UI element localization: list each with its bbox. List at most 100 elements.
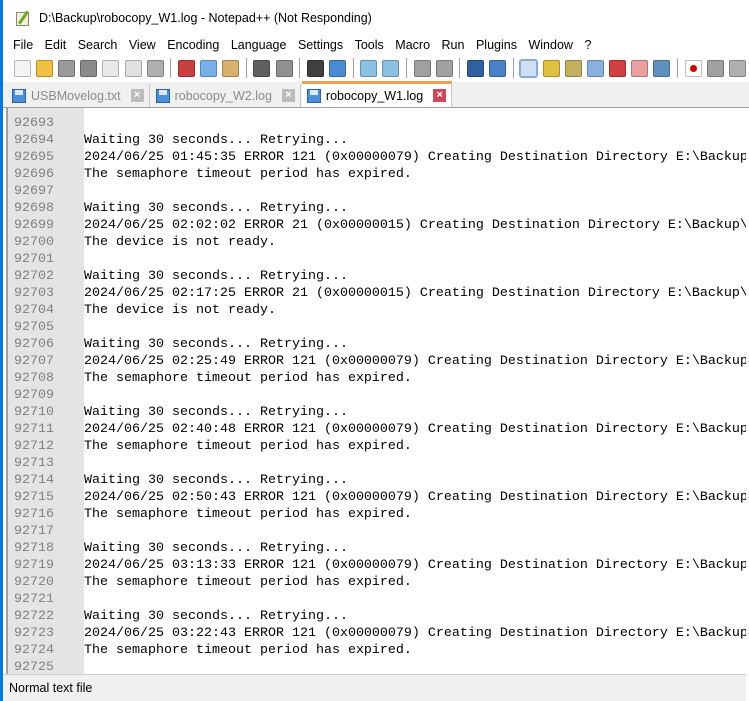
line-text: The device is not ready. xyxy=(84,303,276,318)
tab-robocopy-w1-log[interactable]: robocopy_W1.log × xyxy=(301,81,453,107)
editor-line: 92696 The semaphore timeout period has ex… xyxy=(8,166,746,183)
find-icon[interactable] xyxy=(306,59,324,77)
line-text: The semaphore timeout period has expired… xyxy=(84,439,412,454)
line-number: 92709 xyxy=(8,387,84,404)
editor-line: 92713 xyxy=(8,455,746,472)
menu-settings[interactable]: Settings xyxy=(298,38,343,52)
close-all-icon[interactable] xyxy=(124,59,142,77)
line-text: 2024/06/25 02:25:49 ERROR 121 (0x0000007… xyxy=(84,354,746,369)
record-macro-icon[interactable] xyxy=(684,59,702,77)
line-number: 92725 xyxy=(8,659,84,674)
line-number: 92724 xyxy=(8,642,84,659)
editor-line: 92707 2024/06/25 02:25:49 ERROR 121 (0x00… xyxy=(8,353,746,370)
toolbar-separator xyxy=(352,58,354,78)
close-tab-icon[interactable]: × xyxy=(281,89,295,102)
menu-encoding[interactable]: Encoding xyxy=(167,38,219,52)
line-number: 92696 xyxy=(8,166,84,183)
menu-window[interactable]: Window xyxy=(528,38,572,52)
menu-edit[interactable]: Edit xyxy=(45,38,67,52)
line-text: The semaphore timeout period has expired… xyxy=(84,575,412,590)
word-wrap-icon[interactable] xyxy=(466,59,484,77)
line-number: 92723 xyxy=(8,625,84,642)
menu-macro[interactable]: Macro xyxy=(395,38,430,52)
line-text: 2024/06/25 02:17:25 ERROR 21 (0x00000015… xyxy=(84,286,746,301)
stop-macro-icon[interactable] xyxy=(706,59,724,77)
line-number: 92704 xyxy=(8,302,84,319)
indent-guide-icon[interactable] xyxy=(519,58,539,78)
save-state-icon xyxy=(306,88,321,103)
menu-file[interactable]: File xyxy=(13,38,33,52)
editor-line: 92723 2024/06/25 03:22:43 ERROR 121 (0x00… xyxy=(8,625,746,642)
editor-line: 92705 xyxy=(8,319,746,336)
line-number: 92708 xyxy=(8,370,84,387)
line-text: 2024/06/25 03:13:33 ERROR 121 (0x0000007… xyxy=(84,558,746,573)
menu-search[interactable]: Search xyxy=(78,38,118,52)
save-icon[interactable] xyxy=(57,59,75,77)
toolbar-separator xyxy=(459,58,461,78)
editor-line: 92714 Waiting 30 seconds... Retrying... xyxy=(8,472,746,489)
line-text: Waiting 30 seconds... Retrying... xyxy=(84,473,348,488)
line-number: 92706 xyxy=(8,336,84,353)
menu-run[interactable]: Run xyxy=(442,38,465,52)
editor-line: 92719 2024/06/25 03:13:33 ERROR 121 (0x00… xyxy=(8,557,746,574)
line-text: Waiting 30 seconds... Retrying... xyxy=(84,609,348,624)
editor-line: 92712 The semaphore timeout period has ex… xyxy=(8,438,746,455)
close-tab-icon[interactable]: × xyxy=(433,89,447,102)
line-text: The semaphore timeout period has expired… xyxy=(84,167,412,182)
menu-help[interactable]: ? xyxy=(584,38,591,52)
editor-line: 92693 xyxy=(8,115,746,132)
open-icon[interactable] xyxy=(35,59,53,77)
doc-map-icon[interactable] xyxy=(564,59,582,77)
replace-icon[interactable] xyxy=(329,59,347,77)
menu-language[interactable]: Language xyxy=(231,38,287,52)
line-text: 2024/06/25 02:02:02 ERROR 21 (0x00000015… xyxy=(84,218,746,233)
copy-icon[interactable] xyxy=(200,59,218,77)
play-macro-icon[interactable] xyxy=(729,59,747,77)
zoom-in-icon[interactable] xyxy=(360,59,378,77)
editor-line: 92700 The device is not ready. xyxy=(8,234,746,251)
print-icon[interactable] xyxy=(146,59,164,77)
function-list-icon[interactable] xyxy=(609,59,627,77)
save-all-icon[interactable] xyxy=(80,59,98,77)
editor-line: 92717 xyxy=(8,523,746,540)
line-number: 92703 xyxy=(8,285,84,302)
editor-line: 92720 The semaphore timeout period has ex… xyxy=(8,574,746,591)
line-number: 92697 xyxy=(8,183,84,200)
doc-list-icon[interactable] xyxy=(586,59,604,77)
toolbar-separator xyxy=(512,58,514,78)
editor-line: 92704 The device is not ready. xyxy=(8,302,746,319)
editor-line: 92718 Waiting 30 seconds... Retrying... xyxy=(8,540,746,557)
close-tab-icon[interactable]: × xyxy=(130,89,144,102)
line-number: 92707 xyxy=(8,353,84,370)
editor-line: 92698 Waiting 30 seconds... Retrying... xyxy=(8,200,746,217)
line-text: 2024/06/25 03:22:43 ERROR 121 (0x0000007… xyxy=(84,626,746,641)
zoom-out-icon[interactable] xyxy=(382,59,400,77)
menu-tools[interactable]: Tools xyxy=(355,38,384,52)
window-title: D:\Backup\robocopy_W1.log - Notepad++ (N… xyxy=(39,11,372,25)
folder-workspace-icon[interactable] xyxy=(631,59,649,77)
line-number: 92720 xyxy=(8,574,84,591)
undo-icon[interactable] xyxy=(253,59,271,77)
tab-robocopy-w2-log[interactable]: robocopy_W2.log × xyxy=(150,84,301,107)
editor-line: 92721 xyxy=(8,591,746,608)
cut-icon[interactable] xyxy=(177,59,195,77)
menu-view[interactable]: View xyxy=(129,38,156,52)
new-file-icon[interactable] xyxy=(13,59,31,77)
sync-horizontal-icon[interactable] xyxy=(435,59,453,77)
monitor-icon[interactable] xyxy=(653,59,671,77)
editor-line: 92709 xyxy=(8,387,746,404)
title-bar: D:\Backup\robocopy_W1.log - Notepad++ (N… xyxy=(3,0,749,36)
save-state-icon xyxy=(155,88,170,103)
text-editor[interactable]: 92693 92694 Waiting 30 seconds... Retrying… xyxy=(6,108,746,674)
close-icon[interactable] xyxy=(102,59,120,77)
sync-vertical-icon[interactable] xyxy=(413,59,431,77)
redo-icon[interactable] xyxy=(275,59,293,77)
tab-usbmovelog-txt[interactable]: USBMovelog.txt × xyxy=(7,84,150,107)
tab-label: robocopy_W1.log xyxy=(325,88,424,103)
line-text: Waiting 30 seconds... Retrying... xyxy=(84,133,348,148)
menu-plugins[interactable]: Plugins xyxy=(476,38,517,52)
show-all-chars-icon[interactable] xyxy=(489,59,507,77)
udl-icon[interactable] xyxy=(542,59,560,77)
tab-label: robocopy_W2.log xyxy=(174,88,272,103)
paste-icon[interactable] xyxy=(222,59,240,77)
